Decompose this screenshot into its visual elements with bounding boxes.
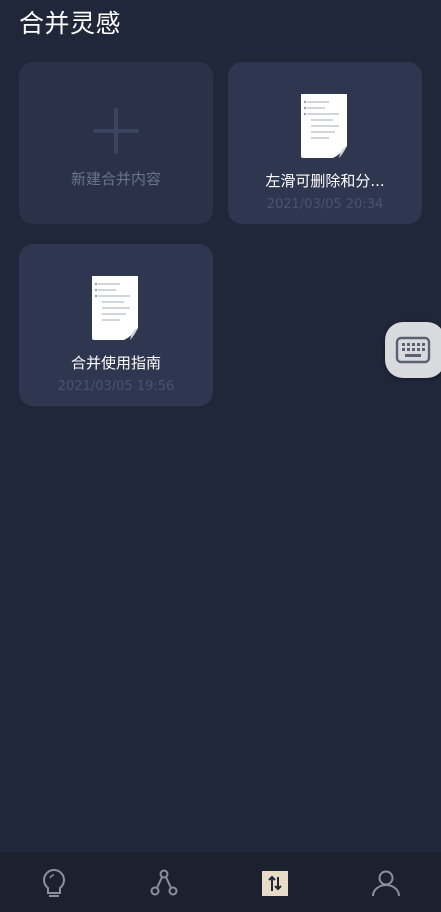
note-date: 2021/03/05 19:56 — [57, 379, 175, 394]
new-merge-label: 新建合并内容 — [70, 170, 161, 188]
document-icon — [301, 94, 347, 158]
page-title: 合并灵感 — [19, 9, 122, 38]
note-card[interactable]: 左滑可删除和分... 2021/03/05 20:34 — [228, 62, 422, 224]
person-icon[interactable] — [369, 866, 403, 900]
merge-icon[interactable] — [258, 866, 292, 900]
share-nodes-icon[interactable] — [147, 866, 181, 900]
document-icon — [92, 276, 138, 340]
new-merge-card[interactable]: 新建合并内容 — [19, 62, 213, 224]
lightbulb-icon[interactable] — [37, 866, 71, 900]
note-date: 2021/03/05 20:34 — [266, 197, 384, 212]
note-card[interactable]: 合并使用指南 2021/03/05 19:56 — [19, 244, 213, 406]
keyboard-icon — [395, 336, 431, 364]
note-title: 合并使用指南 — [70, 354, 161, 372]
plus-icon — [93, 108, 139, 154]
keyboard-button[interactable] — [385, 322, 441, 378]
note-title: 左滑可删除和分... — [265, 172, 385, 190]
bottom-nav — [0, 852, 441, 912]
